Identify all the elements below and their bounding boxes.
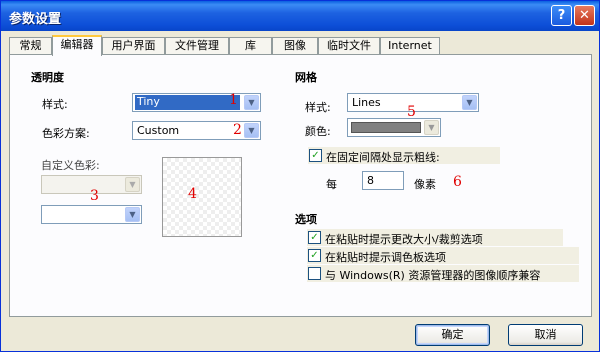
check-icon: ✓ [311, 150, 320, 161]
every-label: 每 [326, 178, 337, 191]
tab-internet[interactable]: Internet [380, 37, 440, 55]
chevron-down-icon[interactable]: ▼ [462, 95, 477, 110]
transparency-style-label: 样式: [42, 98, 68, 111]
grid-color-select[interactable]: ▼ [347, 118, 441, 137]
chevron-down-icon: ▼ [125, 177, 140, 192]
show-coarse-checkbox[interactable]: ✓ [309, 149, 322, 162]
annotation-1: 1 [229, 92, 238, 108]
ok-button[interactable]: 确定 [415, 324, 490, 346]
pixel-unit-label: 像素 [414, 178, 436, 191]
tab-general[interactable]: 常规 [9, 37, 52, 55]
tab-file-management[interactable]: 文件管理 [165, 37, 229, 55]
grid-color-swatch [351, 122, 421, 133]
transparency-style-select[interactable]: Tiny ▼ [132, 93, 261, 112]
color-scheme-value: Custom [137, 124, 180, 137]
title-bar[interactable]: 参数设置 ? ✕ [1, 1, 599, 31]
help-button[interactable]: ? [551, 5, 572, 26]
color-scheme-label: 色彩方案: [42, 127, 90, 140]
close-button[interactable]: ✕ [574, 5, 595, 26]
grid-style-label: 样式: [305, 101, 331, 114]
annotation-3: 3 [90, 188, 99, 204]
option-checkbox[interactable]: ✓ [308, 249, 321, 262]
option-label: 在粘贴时提示更改大小/裁剪选项 [325, 233, 483, 246]
check-icon: ✓ [310, 250, 319, 261]
editor-panel: 透明度 样式: Tiny ▼ 色彩方案: Custom ▼ 自定义色彩: ▼ ▼… [9, 54, 592, 317]
chevron-down-icon[interactable]: ▼ [244, 123, 259, 138]
tab-editor[interactable]: 编辑器 [52, 35, 102, 56]
transparency-style-value: Tiny [135, 95, 240, 110]
check-icon: ✓ [310, 232, 319, 243]
annotation-5: 5 [407, 104, 416, 120]
interval-input[interactable]: 8 [362, 171, 404, 190]
transparency-heading: 透明度 [31, 71, 64, 84]
transparency-preview [162, 157, 242, 237]
option-checkbox[interactable]: ✓ [308, 231, 321, 244]
chevron-down-icon[interactable]: ▼ [125, 207, 140, 222]
option-label: 与 Windows(R) 资源管理器的图像顺序兼容 [325, 269, 541, 282]
annotation-2: 2 [233, 122, 242, 138]
annotation-6: 6 [453, 174, 462, 190]
chevron-down-icon[interactable]: ▼ [244, 95, 259, 110]
custom-color-select-2[interactable]: ▼ [41, 205, 142, 224]
tab-image[interactable]: 图像 [272, 37, 318, 55]
chevron-down-icon[interactable]: ▼ [424, 120, 439, 135]
option-checkbox[interactable] [308, 267, 321, 280]
window-title: 参数设置 [9, 12, 62, 27]
grid-color-label: 颜色: [305, 125, 331, 138]
grid-heading: 网格 [295, 71, 317, 84]
cancel-button[interactable]: 取消 [508, 324, 583, 346]
preferences-dialog: 参数设置 ? ✕ 常规 编辑器 用户界面 文件管理 库 图像 临时文件 Inte… [0, 0, 600, 352]
custom-color-label: 自定义色彩: [41, 159, 100, 172]
annotation-4: 4 [188, 186, 197, 202]
tab-temp-files[interactable]: 临时文件 [318, 37, 380, 55]
tab-user-interface[interactable]: 用户界面 [102, 37, 165, 55]
option-label: 在粘贴时提示调色板选项 [325, 251, 446, 264]
options-heading: 选项 [295, 213, 317, 226]
tab-library[interactable]: 库 [229, 37, 272, 55]
show-coarse-label: 在固定间隔处显示粗线: [326, 151, 440, 164]
grid-style-value: Lines [352, 96, 381, 109]
interval-value: 8 [367, 174, 374, 187]
